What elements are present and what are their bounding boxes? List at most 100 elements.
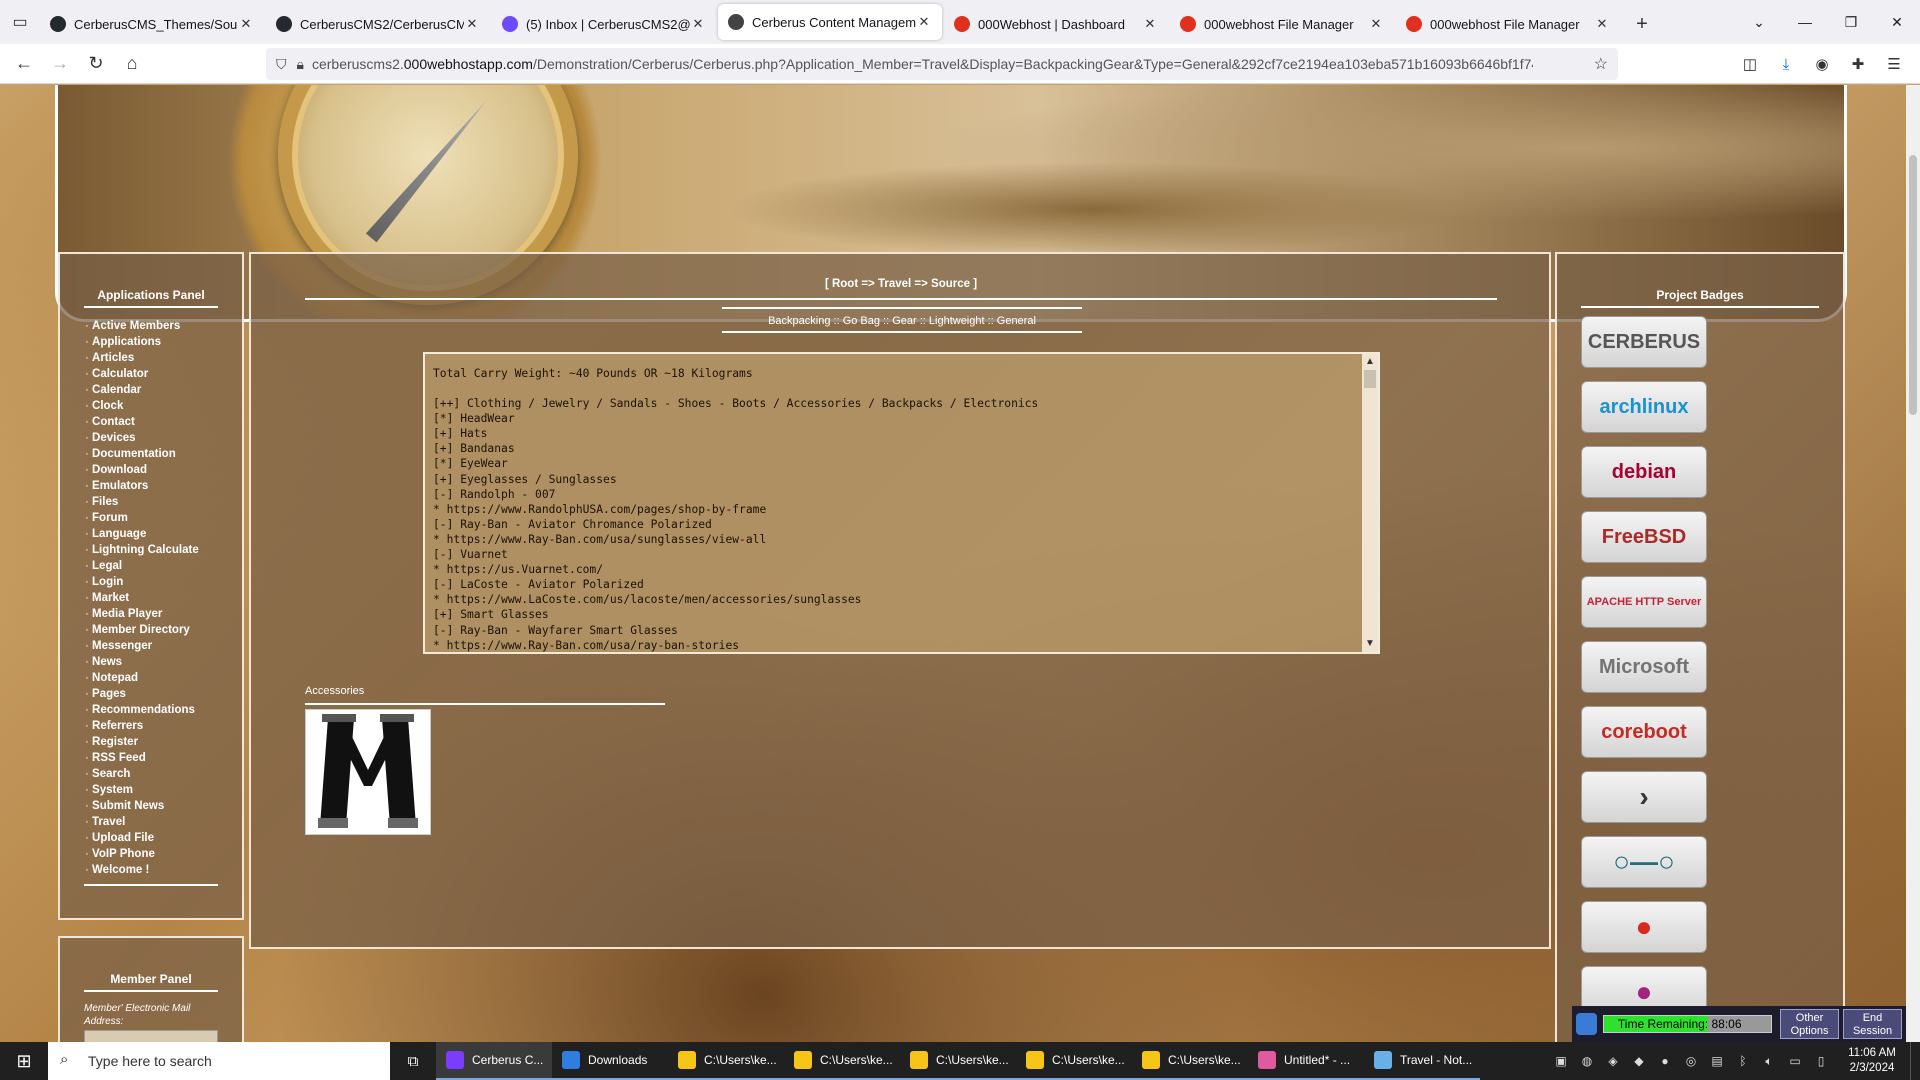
- home-button[interactable]: ⌂: [114, 48, 150, 80]
- minimize-button[interactable]: —: [1782, 0, 1828, 44]
- taskbar-app-button[interactable]: C:\Users\ke...: [668, 1042, 784, 1080]
- browser-tab[interactable]: CerberusCMS2/CerberusCMS_T✕: [266, 4, 490, 44]
- lock-icon[interactable]: 🔒︎: [297, 56, 304, 73]
- project-badge[interactable]: ●: [1581, 901, 1707, 953]
- notes-textarea[interactable]: Total Carry Weight: ~40 Pounds OR ~18 Ki…: [423, 352, 1380, 654]
- browser-tab[interactable]: 000webhost File Manager ✕: [1170, 4, 1394, 44]
- email-field[interactable]: [84, 1030, 218, 1042]
- application-link[interactable]: Travel: [85, 814, 242, 830]
- back-button[interactable]: ←: [6, 48, 42, 80]
- taskbar-app-button[interactable]: C:\Users\ke...: [900, 1042, 1016, 1080]
- taskbar-app-button[interactable]: C:\Users\ke...: [784, 1042, 900, 1080]
- application-link[interactable]: Submit News: [85, 798, 242, 814]
- application-link[interactable]: Language: [85, 526, 242, 542]
- tray-app-icon[interactable]: ●: [1652, 1054, 1678, 1068]
- project-badge[interactable]: debian: [1581, 446, 1707, 498]
- application-link[interactable]: Calendar: [85, 382, 242, 398]
- project-badge[interactable]: Microsoft: [1581, 641, 1707, 693]
- application-link[interactable]: Applications: [85, 334, 242, 350]
- page-scroll-thumb[interactable]: [1909, 155, 1917, 415]
- taskbar-app-button[interactable]: C:\Users\ke...: [1132, 1042, 1248, 1080]
- application-link[interactable]: RSS Feed: [85, 750, 242, 766]
- forward-button[interactable]: →: [42, 48, 78, 80]
- downloads-icon[interactable]: ⤓: [1768, 48, 1804, 80]
- suspenders-image[interactable]: [305, 709, 431, 835]
- application-link[interactable]: Media Player: [85, 606, 242, 622]
- application-link[interactable]: Calculator: [85, 366, 242, 382]
- application-link[interactable]: Lightning Calculate: [85, 542, 242, 558]
- taskbar-app-button[interactable]: Downloads: [552, 1042, 668, 1080]
- application-link[interactable]: Register: [85, 734, 242, 750]
- tray-app-icon[interactable]: ▣: [1548, 1054, 1574, 1068]
- extensions-icon[interactable]: ✚: [1840, 48, 1876, 80]
- application-link[interactable]: Documentation: [85, 446, 242, 462]
- project-badge[interactable]: archlinux: [1581, 381, 1707, 433]
- application-link[interactable]: Messenger: [85, 638, 242, 654]
- browser-tab[interactable]: 000webhost File Manager ✕: [1396, 4, 1620, 44]
- project-badge[interactable]: FreeBSD: [1581, 511, 1707, 563]
- application-link[interactable]: Clock: [85, 398, 242, 414]
- project-badge[interactable]: coreboot: [1581, 706, 1707, 758]
- menu-icon[interactable]: ☰: [1876, 48, 1912, 80]
- tray-app-icon[interactable]: ▤: [1704, 1054, 1730, 1068]
- application-link[interactable]: Search: [85, 766, 242, 782]
- network-icon[interactable]: ▭: [1782, 1054, 1808, 1068]
- tray-app-icon[interactable]: ◈: [1600, 1054, 1626, 1068]
- address-bar[interactable]: ⛉ 🔒︎ cerberuscms2. 000webhostapp.com/Demo…: [266, 48, 1618, 80]
- project-badge[interactable]: APACHE HTTP Server: [1581, 576, 1707, 628]
- taskbar-clock[interactable]: 11:06 AM 2/3/2024: [1834, 1046, 1910, 1076]
- battery-icon[interactable]: ▯: [1808, 1054, 1834, 1068]
- notes-scrollbar[interactable]: ▲ ▼: [1362, 354, 1378, 652]
- tray-app-icon[interactable]: ◆: [1626, 1054, 1652, 1068]
- new-tab-button[interactable]: +: [1622, 4, 1662, 44]
- scroll-thumb[interactable]: [1364, 370, 1376, 388]
- application-link[interactable]: Devices: [85, 430, 242, 446]
- tray-app-icon[interactable]: ◍: [1574, 1054, 1600, 1068]
- taskbar-search-input[interactable]: ⌕ Type here to search: [48, 1042, 390, 1080]
- application-link[interactable]: Forum: [85, 510, 242, 526]
- close-tab-icon[interactable]: ✕: [916, 14, 932, 30]
- pocket-icon[interactable]: ◫: [1732, 48, 1768, 80]
- browser-tab[interactable]: (5) Inbox | CerberusCMS2@prot✕: [492, 4, 716, 44]
- application-link[interactable]: Welcome !: [85, 862, 242, 878]
- application-link[interactable]: News: [85, 654, 242, 670]
- project-badge[interactable]: ›: [1581, 771, 1707, 823]
- close-tab-icon[interactable]: ✕: [1368, 16, 1384, 32]
- tray-app-icon[interactable]: ◎: [1678, 1054, 1704, 1068]
- application-link[interactable]: VoIP Phone: [85, 846, 242, 862]
- restore-button[interactable]: ❐: [1828, 0, 1874, 44]
- application-link[interactable]: Contact: [85, 414, 242, 430]
- close-tab-icon[interactable]: ✕: [1142, 16, 1158, 32]
- application-link[interactable]: System: [85, 782, 242, 798]
- taskbar-app-button[interactable]: C:\Users\ke...: [1016, 1042, 1132, 1080]
- application-link[interactable]: Member Directory: [85, 622, 242, 638]
- volume-icon[interactable]: 🔈︎: [1756, 1054, 1782, 1069]
- end-session-button[interactable]: End Session: [1843, 1009, 1902, 1039]
- taskbar-app-button[interactable]: Cerberus C...: [436, 1042, 552, 1080]
- close-tab-icon[interactable]: ✕: [1594, 16, 1610, 32]
- application-link[interactable]: Pages: [85, 686, 242, 702]
- other-options-button[interactable]: Other Options: [1780, 1009, 1840, 1039]
- application-link[interactable]: Articles: [85, 350, 242, 366]
- close-tab-icon[interactable]: ✕: [464, 16, 480, 32]
- tab-overflow-icon[interactable]: ⌄: [1736, 0, 1782, 44]
- bluetooth-icon[interactable]: ᛒ: [1730, 1054, 1756, 1068]
- application-link[interactable]: Market: [85, 590, 242, 606]
- close-tab-icon[interactable]: ✕: [690, 16, 706, 32]
- application-link[interactable]: Legal: [85, 558, 242, 574]
- session-app-icon[interactable]: [1576, 1013, 1597, 1035]
- project-badge[interactable]: CERBERUS: [1581, 316, 1707, 368]
- taskbar-app-button[interactable]: Untitled* - ...: [1248, 1042, 1364, 1080]
- show-desktop-button[interactable]: [1910, 1042, 1920, 1080]
- application-link[interactable]: Referrers: [85, 718, 242, 734]
- browser-tab[interactable]: Cerberus Content Management ✕: [718, 4, 942, 40]
- task-view-icon[interactable]: ⧉: [390, 1042, 436, 1080]
- scroll-up-icon[interactable]: ▲: [1362, 354, 1378, 370]
- browser-tab[interactable]: CerberusCMS_Themes/Source/✕: [40, 4, 264, 44]
- application-link[interactable]: Emulators: [85, 478, 242, 494]
- close-window-button[interactable]: ✕: [1874, 0, 1920, 44]
- application-link[interactable]: Login: [85, 574, 242, 590]
- project-badge[interactable]: ○—○: [1581, 836, 1707, 888]
- account-icon[interactable]: ◉: [1804, 48, 1840, 80]
- tab-list-icon[interactable]: ▭: [0, 0, 40, 44]
